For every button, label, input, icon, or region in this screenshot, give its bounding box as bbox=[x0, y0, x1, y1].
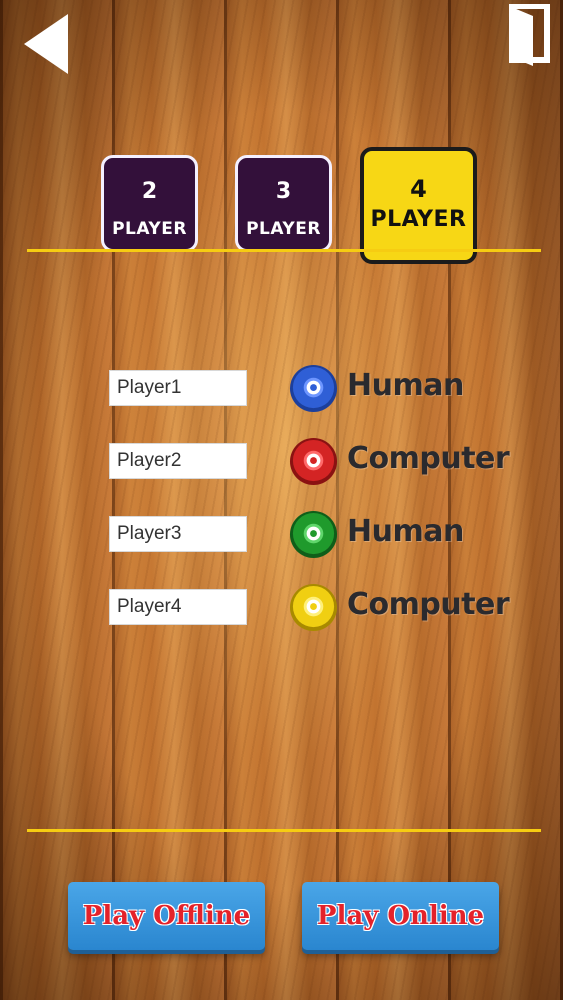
two-player-label: PLAYER bbox=[112, 219, 187, 240]
player3-type-label[interactable]: Human bbox=[347, 514, 464, 549]
player1-type-label[interactable]: Human bbox=[347, 368, 464, 403]
four-player-number: 4 bbox=[410, 175, 427, 203]
blue-token-icon[interactable] bbox=[289, 364, 338, 413]
player4-type-label[interactable]: Computer bbox=[347, 587, 510, 622]
three-player-number: 3 bbox=[275, 179, 292, 204]
yellow-token-icon[interactable] bbox=[289, 583, 338, 632]
three-player-label: PLAYER bbox=[246, 219, 321, 240]
green-token-icon[interactable] bbox=[289, 510, 338, 559]
bottom-divider bbox=[27, 829, 541, 832]
player4-name-input[interactable] bbox=[109, 589, 247, 625]
play-online-button[interactable]: Play Online bbox=[302, 882, 499, 950]
player2-name-input[interactable] bbox=[109, 443, 247, 479]
player1-name-input[interactable] bbox=[109, 370, 247, 406]
two-player-number: 2 bbox=[141, 179, 158, 204]
four-player-label: PLAYER bbox=[370, 207, 467, 233]
four-player-button[interactable]: 4 PLAYER bbox=[360, 147, 477, 264]
player3-name-input[interactable] bbox=[109, 516, 247, 552]
three-player-button[interactable]: 3 PLAYER bbox=[235, 155, 332, 252]
red-token-icon[interactable] bbox=[289, 437, 338, 486]
two-player-button[interactable]: 2 PLAYER bbox=[101, 155, 198, 252]
exit-door-icon[interactable] bbox=[509, 4, 551, 68]
wood-background bbox=[0, 0, 563, 1000]
top-divider bbox=[27, 249, 541, 252]
play-offline-button[interactable]: Play Offline bbox=[68, 882, 265, 950]
player2-type-label[interactable]: Computer bbox=[347, 441, 510, 476]
back-arrow-icon[interactable] bbox=[22, 12, 72, 76]
